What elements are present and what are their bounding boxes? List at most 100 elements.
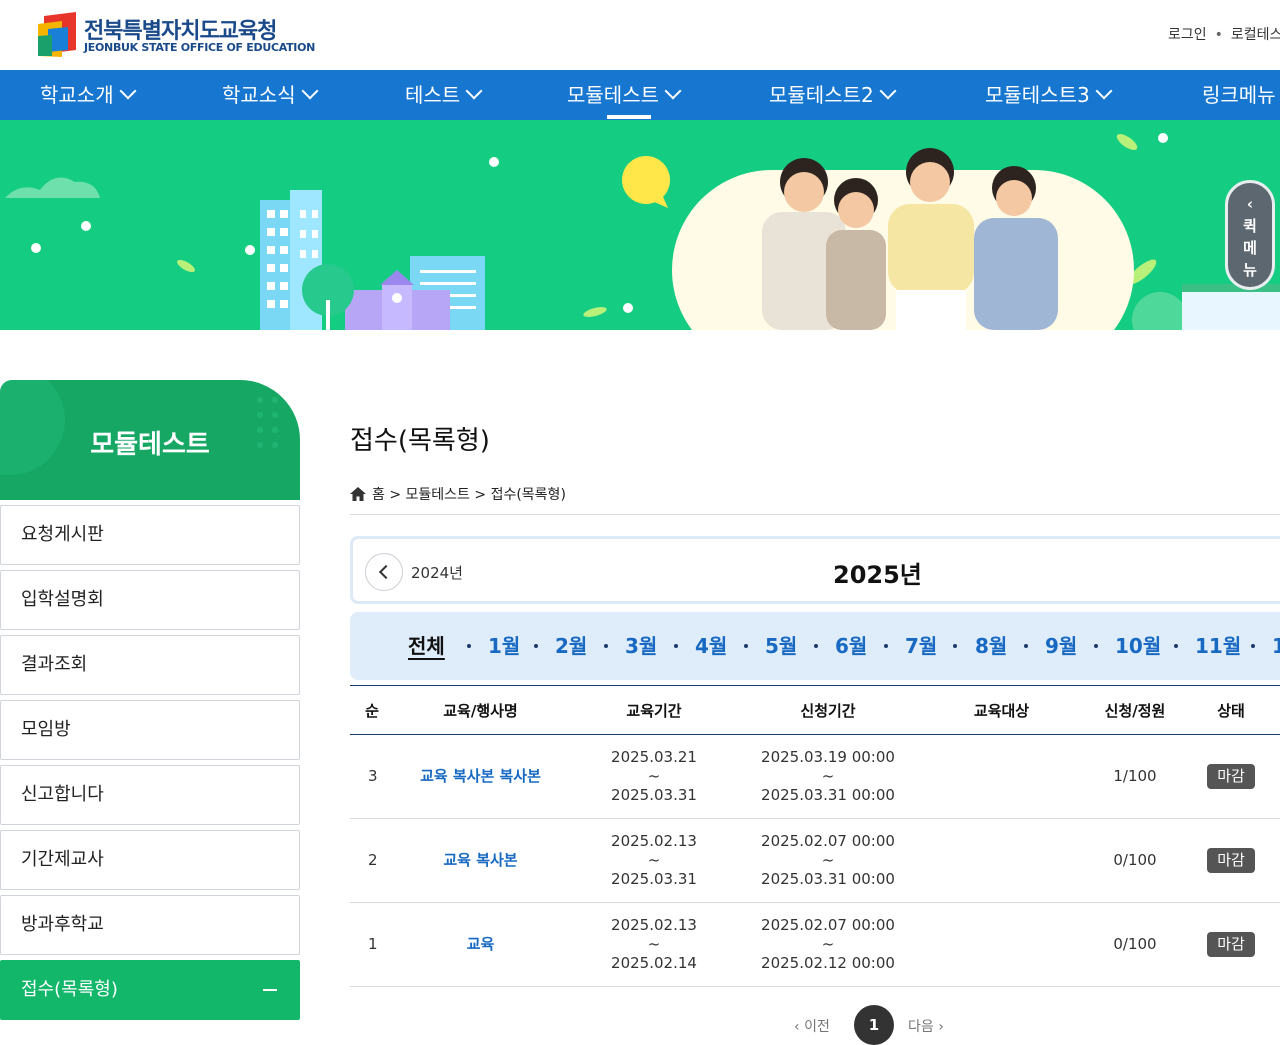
breadcrumb-module-test[interactable]: 모듈테스트	[406, 487, 470, 503]
lnb-item-label: 모임방	[21, 719, 71, 740]
chevron-left-icon: ‹	[1246, 195, 1254, 213]
separator-dot	[467, 644, 471, 648]
table-row: 2 교육 복사본 2025.02.13 ~2025.03.31 2025.02.0…	[350, 818, 1280, 903]
row-title-link[interactable]: 교육	[467, 935, 495, 953]
year-navigator: 2024년 2025년	[350, 536, 1280, 604]
period-start: 2025.02.13	[611, 916, 697, 934]
month-tab-2[interactable]: 2월	[555, 630, 587, 659]
col-header-period: 교육기간	[567, 686, 741, 735]
chevron-down-icon	[664, 82, 682, 100]
gnb-item-school-news[interactable]: 학교소식	[222, 70, 319, 120]
status-badge: 마감	[1207, 848, 1255, 873]
quick-menu-button[interactable]: ‹ 퀵 메 뉴	[1225, 180, 1275, 290]
separator-dot	[534, 644, 538, 648]
status-badge: 마감	[1207, 932, 1255, 957]
page-number-current[interactable]: 1	[854, 1005, 894, 1045]
gnb-item-test[interactable]: 테스트	[405, 70, 483, 120]
month-tab-7[interactable]: 7월	[905, 630, 937, 659]
separator-dot	[1094, 644, 1098, 648]
row-count: 1/100	[1088, 734, 1182, 819]
row-target	[915, 818, 1088, 903]
pagination-prev[interactable]: ‹ 이전	[794, 1016, 830, 1036]
divider	[350, 514, 1280, 515]
lnb-item-request-board[interactable]: 요청게시판	[0, 505, 300, 565]
apply-start: 2025.03.19 00:00	[761, 748, 895, 766]
minus-icon	[263, 989, 277, 991]
chevron-down-icon	[301, 82, 319, 100]
row-title-cell: 교육 복사본 복사본	[394, 734, 567, 819]
lnb-item-result-check[interactable]: 결과조회	[0, 635, 300, 695]
month-tab-1[interactable]: 1월	[488, 630, 520, 659]
row-title-cell: 교육 복사본	[394, 818, 567, 903]
gnb-item-module-test[interactable]: 모듈테스트	[567, 70, 682, 120]
row-no: 1	[350, 902, 394, 987]
login-link[interactable]: 로그인	[1168, 27, 1207, 43]
apply-start: 2025.02.07 00:00	[761, 916, 895, 934]
lnb-item-contract-teacher[interactable]: 기간제교사	[0, 830, 300, 890]
lnb-item-label: 접수(목록형)	[21, 979, 118, 1000]
row-apply: 2025.02.07 00:00 ~2025.03.31 00:00	[741, 818, 915, 903]
period-end: 2025.03.31	[611, 786, 697, 804]
lnb-title: 모듈테스트	[90, 430, 210, 460]
chevron-down-icon	[119, 82, 137, 100]
tilde: ~	[821, 767, 835, 785]
quick-menu-label-1: 퀵	[1243, 217, 1257, 235]
apply-start: 2025.02.07 00:00	[761, 832, 895, 850]
logo-title-en: JEONBUK STATE OFFICE OF EDUCATION	[84, 41, 316, 54]
local-test-link[interactable]: 로컬테스트	[1231, 27, 1280, 43]
logo-mark-icon	[38, 12, 76, 57]
gnb-item-module-test-3[interactable]: 모듈테스트3	[985, 70, 1113, 120]
month-tab-10[interactable]: 10월	[1115, 630, 1161, 659]
utility-links: 로그인 • 로컬테스트	[1168, 24, 1280, 44]
separator-dot	[1024, 644, 1028, 648]
pagination-next[interactable]: 다음 ›	[908, 1016, 944, 1036]
row-title-cell: 교육	[394, 902, 567, 987]
quick-menu-label-3: 뉴	[1243, 261, 1257, 279]
month-tab-3[interactable]: 3월	[625, 630, 657, 659]
gnb-item-module-test-2[interactable]: 모듈테스트2	[769, 70, 897, 120]
gnb-label: 링크메뉴	[1202, 83, 1276, 107]
prev-label: 이전	[804, 1019, 830, 1035]
row-status-cell: 마감	[1182, 902, 1280, 987]
gnb-label: 테스트	[405, 83, 461, 107]
gnb-item-school-intro[interactable]: 학교소개	[40, 70, 137, 120]
month-tab-all[interactable]: 전체	[408, 630, 445, 659]
period-start: 2025.03.21	[611, 748, 697, 766]
row-no: 3	[350, 734, 394, 819]
month-tab-5[interactable]: 5월	[765, 630, 797, 659]
month-tab-8[interactable]: 8월	[975, 630, 1007, 659]
period-end: 2025.02.14	[611, 954, 697, 972]
lnb-item-label: 결과조회	[21, 654, 88, 675]
row-title-link[interactable]: 교육 복사본	[443, 851, 517, 869]
lnb-item-admission-briefing[interactable]: 입학설명회	[0, 570, 300, 630]
row-title-link[interactable]: 교육 복사본 복사본	[420, 767, 541, 785]
period-end: 2025.03.31	[611, 870, 697, 888]
row-status-cell: 마감	[1182, 734, 1280, 819]
chevron-right-icon: ›	[933, 1019, 944, 1035]
month-tab-4[interactable]: 4월	[695, 630, 727, 659]
month-tab-11[interactable]: 11월	[1195, 630, 1241, 659]
lnb-item-reception-list[interactable]: 접수(목록형)	[0, 960, 300, 1020]
banner-illustration	[5, 133, 1280, 330]
chevron-down-icon	[879, 82, 897, 100]
tilde: ~	[647, 767, 661, 785]
lnb-item-meeting-room[interactable]: 모임방	[0, 700, 300, 760]
site-logo[interactable]: 전북특별자치도교육청 JEONBUK STATE OFFICE OF EDUCA…	[38, 12, 315, 60]
month-tab-12[interactable]: 12월	[1272, 630, 1280, 659]
separator-dot	[953, 644, 957, 648]
lnb-title-box: 모듈테스트	[0, 380, 300, 500]
breadcrumb-home[interactable]: 홈	[372, 487, 385, 503]
table-row: 3 교육 복사본 복사본 2025.03.21 ~2025.03.31 2025.…	[350, 734, 1280, 819]
gnb-item-link-menu[interactable]: 링크메뉴	[1202, 70, 1276, 120]
prev-year-button[interactable]	[365, 553, 403, 591]
separator-dot	[744, 644, 748, 648]
lnb-item-after-school[interactable]: 방과후학교	[0, 895, 300, 955]
month-tab-9[interactable]: 9월	[1045, 630, 1077, 659]
home-icon[interactable]	[350, 487, 366, 501]
main-navigation: 학교소개 학교소식 테스트 모듈테스트 모듈테스트2 모듈테스트3 링크메뉴	[0, 70, 1280, 120]
month-tab-6[interactable]: 6월	[835, 630, 867, 659]
current-year: 2025년	[833, 561, 922, 589]
lnb-item-report[interactable]: 신고합니다	[0, 765, 300, 825]
row-target	[915, 734, 1088, 819]
prev-year-label[interactable]: 2024년	[411, 562, 463, 583]
